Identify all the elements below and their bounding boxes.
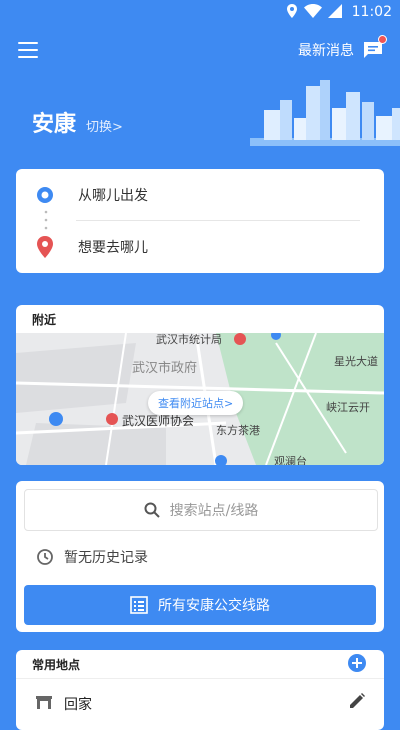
- map-label: 武汉市政府: [132, 361, 198, 376]
- home-icon: [36, 696, 52, 709]
- status-time: 11:02: [351, 4, 392, 20]
- destination-pin-icon: [37, 236, 53, 258]
- places-divider: [16, 678, 384, 679]
- map-label: 星光大道: [334, 355, 378, 368]
- message-icon: [362, 35, 387, 60]
- map-label: 峡江云开: [326, 401, 370, 414]
- list-icon: [130, 596, 148, 614]
- unread-badge: [378, 35, 387, 44]
- menu-button[interactable]: [18, 42, 38, 58]
- history-empty-text: 暂无历史记录: [64, 550, 148, 566]
- route-divider: [76, 220, 360, 221]
- search-card: 搜索站点/线路 暂无历史记录 所有安康公交线路: [16, 481, 384, 632]
- status-bar: 11:02: [0, 0, 400, 24]
- search-history: 暂无历史记录: [36, 547, 148, 567]
- frequent-places-title: 常用地点: [32, 658, 81, 672]
- frequent-places-card: 常用地点 回家: [16, 650, 384, 730]
- origin-dot-icon: [37, 187, 53, 203]
- destination-placeholder: 想要去哪儿: [78, 240, 148, 256]
- search-input[interactable]: 搜索站点/线路: [24, 489, 378, 531]
- nearby-title: 附近: [32, 313, 57, 327]
- search-icon: [144, 502, 160, 518]
- place-item-home[interactable]: 回家: [16, 686, 384, 720]
- city-switch-link[interactable]: 切换>: [86, 116, 123, 135]
- top-bar: 最新消息: [0, 28, 400, 76]
- location-icon: [287, 4, 297, 18]
- all-bus-lines-button[interactable]: 所有安康公交线路: [24, 585, 376, 625]
- city-selector: 安康 切换>: [32, 106, 123, 138]
- map-label: 东方茶港: [216, 424, 260, 437]
- place-label: 回家: [64, 697, 92, 713]
- wifi-icon: [304, 4, 322, 18]
- origin-placeholder: 从哪儿出发: [78, 188, 148, 204]
- messages-button[interactable]: 最新消息: [298, 35, 387, 60]
- route-planner-card: 从哪儿出发 想要去哪儿: [16, 169, 384, 273]
- signal-icon: [328, 4, 342, 18]
- messages-label: 最新消息: [298, 43, 354, 59]
- map-label: 武汉市统计局: [156, 333, 222, 346]
- menu-icon: [18, 42, 38, 44]
- nearby-map[interactable]: 武汉市统计局 武汉市政府 武汉医师协会 东方茶港 星光大道 峡江云开 观澜台 查…: [16, 330, 384, 465]
- map-label: 观澜台: [274, 455, 307, 465]
- nearby-card: 附近 武汉市统计局 武汉市政府 武汉医师协会 东方茶港 星光大道 峡江云开 观澜…: [16, 305, 384, 465]
- view-nearby-stations-button[interactable]: 查看附近站点>: [148, 391, 244, 415]
- city-skyline-illustration: [250, 80, 400, 146]
- origin-field[interactable]: 从哪儿出发: [16, 173, 384, 217]
- add-place-button[interactable]: [348, 654, 366, 672]
- plus-icon: [352, 658, 362, 668]
- city-name: 安康: [32, 112, 77, 137]
- history-icon: [37, 549, 53, 565]
- search-placeholder: 搜索站点/线路: [169, 503, 259, 519]
- destination-field[interactable]: 想要去哪儿: [16, 225, 384, 269]
- all-bus-lines-label: 所有安康公交线路: [158, 598, 270, 614]
- status-icons: [286, 4, 342, 18]
- edit-icon[interactable]: [348, 692, 366, 710]
